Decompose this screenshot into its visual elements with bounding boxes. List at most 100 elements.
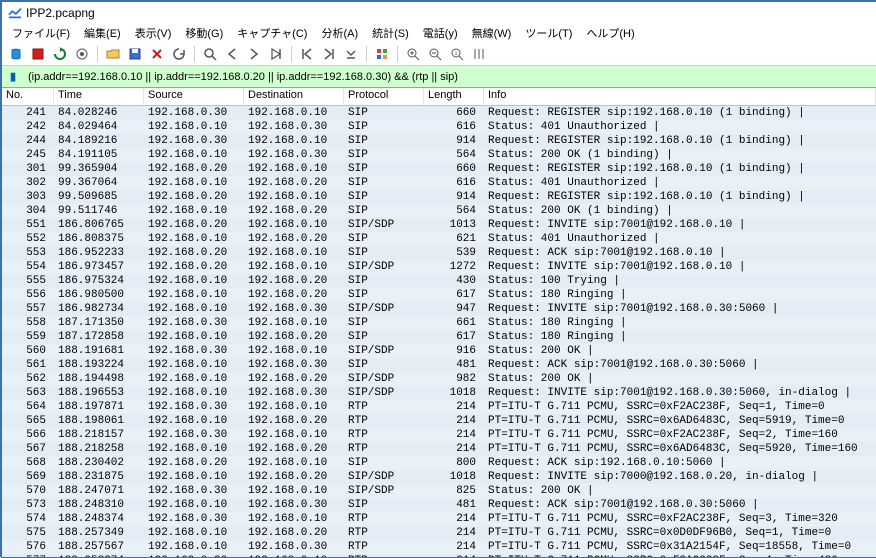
cell-time: 99.367064 bbox=[54, 176, 144, 190]
cell-time: 188.218157 bbox=[54, 428, 144, 442]
packet-row[interactable]: 30399.509685192.168.0.20192.168.0.10SIP9… bbox=[2, 190, 876, 204]
cell-info: Request: INVITE sip:7001@192.168.0.10 | bbox=[484, 260, 876, 274]
zoom-in-icon[interactable] bbox=[403, 44, 423, 64]
packet-list[interactable]: 24184.028246192.168.0.30192.168.0.10SIP6… bbox=[2, 106, 876, 557]
col-time[interactable]: Time bbox=[54, 88, 144, 105]
cell-protocol: SIP/SDP bbox=[344, 470, 424, 484]
go-to-packet-icon[interactable] bbox=[266, 44, 286, 64]
menu-edit[interactable]: 編集(E) bbox=[78, 24, 127, 42]
filter-bookmark-icon[interactable]: ▮ bbox=[2, 66, 24, 87]
menu-capture[interactable]: キャプチャ(C) bbox=[231, 24, 313, 42]
packet-row[interactable]: 566188.218157192.168.0.30192.168.0.10RTP… bbox=[2, 428, 876, 442]
cell-info: Request: REGISTER sip:192.168.0.10 (1 bi… bbox=[484, 134, 876, 148]
packet-row[interactable]: 561188.193224192.168.0.10192.168.0.30SIP… bbox=[2, 358, 876, 372]
cell-info: PT=ITU-T G.711 PCMU, SSRC=0xF2AC238F, Se… bbox=[484, 428, 876, 442]
cell-info: Status: 200 OK (1 binding) | bbox=[484, 204, 876, 218]
cell-protocol: SIP bbox=[344, 274, 424, 288]
cell-destination: 192.168.0.30 bbox=[244, 148, 344, 162]
go-next-icon[interactable] bbox=[244, 44, 264, 64]
colorize-icon[interactable] bbox=[372, 44, 392, 64]
cell-source: 192.168.0.30 bbox=[144, 344, 244, 358]
capture-options-icon[interactable] bbox=[72, 44, 92, 64]
col-no[interactable]: No. bbox=[2, 88, 54, 105]
packet-row[interactable]: 568188.230402192.168.0.20192.168.0.10SIP… bbox=[2, 456, 876, 470]
menu-go[interactable]: 移動(G) bbox=[179, 24, 229, 42]
cell-info: Request: ACK sip:7001@192.168.0.30:5060 … bbox=[484, 498, 876, 512]
menu-help[interactable]: ヘルプ(H) bbox=[580, 24, 640, 42]
cell-length: 1013 bbox=[424, 218, 484, 232]
packet-row[interactable]: 24484.189216192.168.0.30192.168.0.10SIP9… bbox=[2, 134, 876, 148]
packet-row[interactable]: 575188.257349192.168.0.10192.168.0.20RTP… bbox=[2, 526, 876, 540]
zoom-reset-icon[interactable]: 1 bbox=[447, 44, 467, 64]
menu-tools[interactable]: ツール(T) bbox=[519, 24, 578, 42]
packet-row[interactable]: 565188.198061192.168.0.10192.168.0.20RTP… bbox=[2, 414, 876, 428]
col-destination[interactable]: Destination bbox=[244, 88, 344, 105]
packet-row[interactable]: 556186.980500192.168.0.10192.168.0.20SIP… bbox=[2, 288, 876, 302]
packet-row[interactable]: 30299.367064192.168.0.10192.168.0.20SIP6… bbox=[2, 176, 876, 190]
packet-row[interactable]: 573188.248310192.168.0.10192.168.0.30SIP… bbox=[2, 498, 876, 512]
cell-protocol: SIP bbox=[344, 106, 424, 120]
cell-time: 186.973457 bbox=[54, 260, 144, 274]
packet-row[interactable]: 562188.194498192.168.0.10192.168.0.20SIP… bbox=[2, 372, 876, 386]
packet-row[interactable]: 570188.247071192.168.0.30192.168.0.10SIP… bbox=[2, 484, 876, 498]
cell-length: 800 bbox=[424, 456, 484, 470]
menu-file[interactable]: ファイル(F) bbox=[6, 24, 76, 42]
packet-row[interactable]: 30499.511746192.168.0.10192.168.0.20SIP5… bbox=[2, 204, 876, 218]
packet-row[interactable]: 564188.197871192.168.0.30192.168.0.10RTP… bbox=[2, 400, 876, 414]
cell-info: Status: 200 OK (1 binding) | bbox=[484, 148, 876, 162]
col-protocol[interactable]: Protocol bbox=[344, 88, 424, 105]
col-source[interactable]: Source bbox=[144, 88, 244, 105]
auto-scroll-icon[interactable] bbox=[341, 44, 361, 64]
find-packet-icon[interactable] bbox=[200, 44, 220, 64]
stop-capture-icon[interactable] bbox=[28, 44, 48, 64]
cell-destination: 192.168.0.10 bbox=[244, 190, 344, 204]
separator bbox=[194, 46, 195, 62]
packet-row[interactable]: 557186.982734192.168.0.10192.168.0.30SIP… bbox=[2, 302, 876, 316]
packet-row[interactable]: 555186.975324192.168.0.10192.168.0.20SIP… bbox=[2, 274, 876, 288]
menu-wireless[interactable]: 無線(W) bbox=[466, 24, 518, 42]
packet-row[interactable]: 569188.231875192.168.0.10192.168.0.20SIP… bbox=[2, 470, 876, 484]
resize-columns-icon[interactable] bbox=[469, 44, 489, 64]
packet-row[interactable]: 559187.172858192.168.0.10192.168.0.20SIP… bbox=[2, 330, 876, 344]
packet-row[interactable]: 574188.248374192.168.0.30192.168.0.10RTP… bbox=[2, 512, 876, 526]
go-last-icon[interactable] bbox=[319, 44, 339, 64]
start-capture-icon[interactable] bbox=[6, 44, 26, 64]
cell-source: 192.168.0.30 bbox=[144, 400, 244, 414]
packet-row[interactable]: 24284.029464192.168.0.10192.168.0.30SIP6… bbox=[2, 120, 876, 134]
menu-statistics[interactable]: 統計(S) bbox=[366, 24, 415, 42]
col-info[interactable]: Info bbox=[484, 88, 876, 105]
packet-row[interactable]: 558187.171350192.168.0.30192.168.0.10SIP… bbox=[2, 316, 876, 330]
restart-capture-icon[interactable] bbox=[50, 44, 70, 64]
packet-row[interactable]: 554186.973457192.168.0.20192.168.0.10SIP… bbox=[2, 260, 876, 274]
packet-row[interactable]: 553186.952233192.168.0.20192.168.0.10SIP… bbox=[2, 246, 876, 260]
cell-no: 560 bbox=[2, 344, 54, 358]
packet-row[interactable]: 30199.365904192.168.0.20192.168.0.10SIP6… bbox=[2, 162, 876, 176]
packet-row[interactable]: 563188.196553192.168.0.10192.168.0.30SIP… bbox=[2, 386, 876, 400]
cell-destination: 192.168.0.10 bbox=[244, 218, 344, 232]
cell-no: 301 bbox=[2, 162, 54, 176]
packet-row[interactable]: 551186.806765192.168.0.20192.168.0.10SIP… bbox=[2, 218, 876, 232]
cell-info: Request: REGISTER sip:192.168.0.10 (1 bi… bbox=[484, 106, 876, 120]
packet-row[interactable]: 567188.218258192.168.0.10192.168.0.20RTP… bbox=[2, 442, 876, 456]
cell-no: 551 bbox=[2, 218, 54, 232]
open-file-icon[interactable] bbox=[103, 44, 123, 64]
reload-file-icon[interactable] bbox=[169, 44, 189, 64]
cell-destination: 192.168.0.10 bbox=[244, 400, 344, 414]
go-first-icon[interactable] bbox=[297, 44, 317, 64]
menu-view[interactable]: 表示(V) bbox=[129, 24, 178, 42]
menu-analyze[interactable]: 分析(A) bbox=[315, 24, 364, 42]
packet-row[interactable]: 24584.191105192.168.0.10192.168.0.30SIP5… bbox=[2, 148, 876, 162]
cell-time: 188.247071 bbox=[54, 484, 144, 498]
packet-row[interactable]: 552186.808375192.168.0.10192.168.0.20SIP… bbox=[2, 232, 876, 246]
col-length[interactable]: Length bbox=[424, 88, 484, 105]
save-file-icon[interactable] bbox=[125, 44, 145, 64]
display-filter-input[interactable] bbox=[24, 66, 876, 87]
packet-row[interactable]: 576188.257567192.168.0.10192.168.0.30RTP… bbox=[2, 540, 876, 554]
packet-row[interactable]: 24184.028246192.168.0.30192.168.0.10SIP6… bbox=[2, 106, 876, 120]
packet-row[interactable]: 560188.191681192.168.0.30192.168.0.10SIP… bbox=[2, 344, 876, 358]
zoom-out-icon[interactable] bbox=[425, 44, 445, 64]
menu-telephony[interactable]: 電話(y) bbox=[417, 24, 464, 42]
go-previous-icon[interactable] bbox=[222, 44, 242, 64]
close-file-icon[interactable] bbox=[147, 44, 167, 64]
cell-destination: 192.168.0.30 bbox=[244, 498, 344, 512]
